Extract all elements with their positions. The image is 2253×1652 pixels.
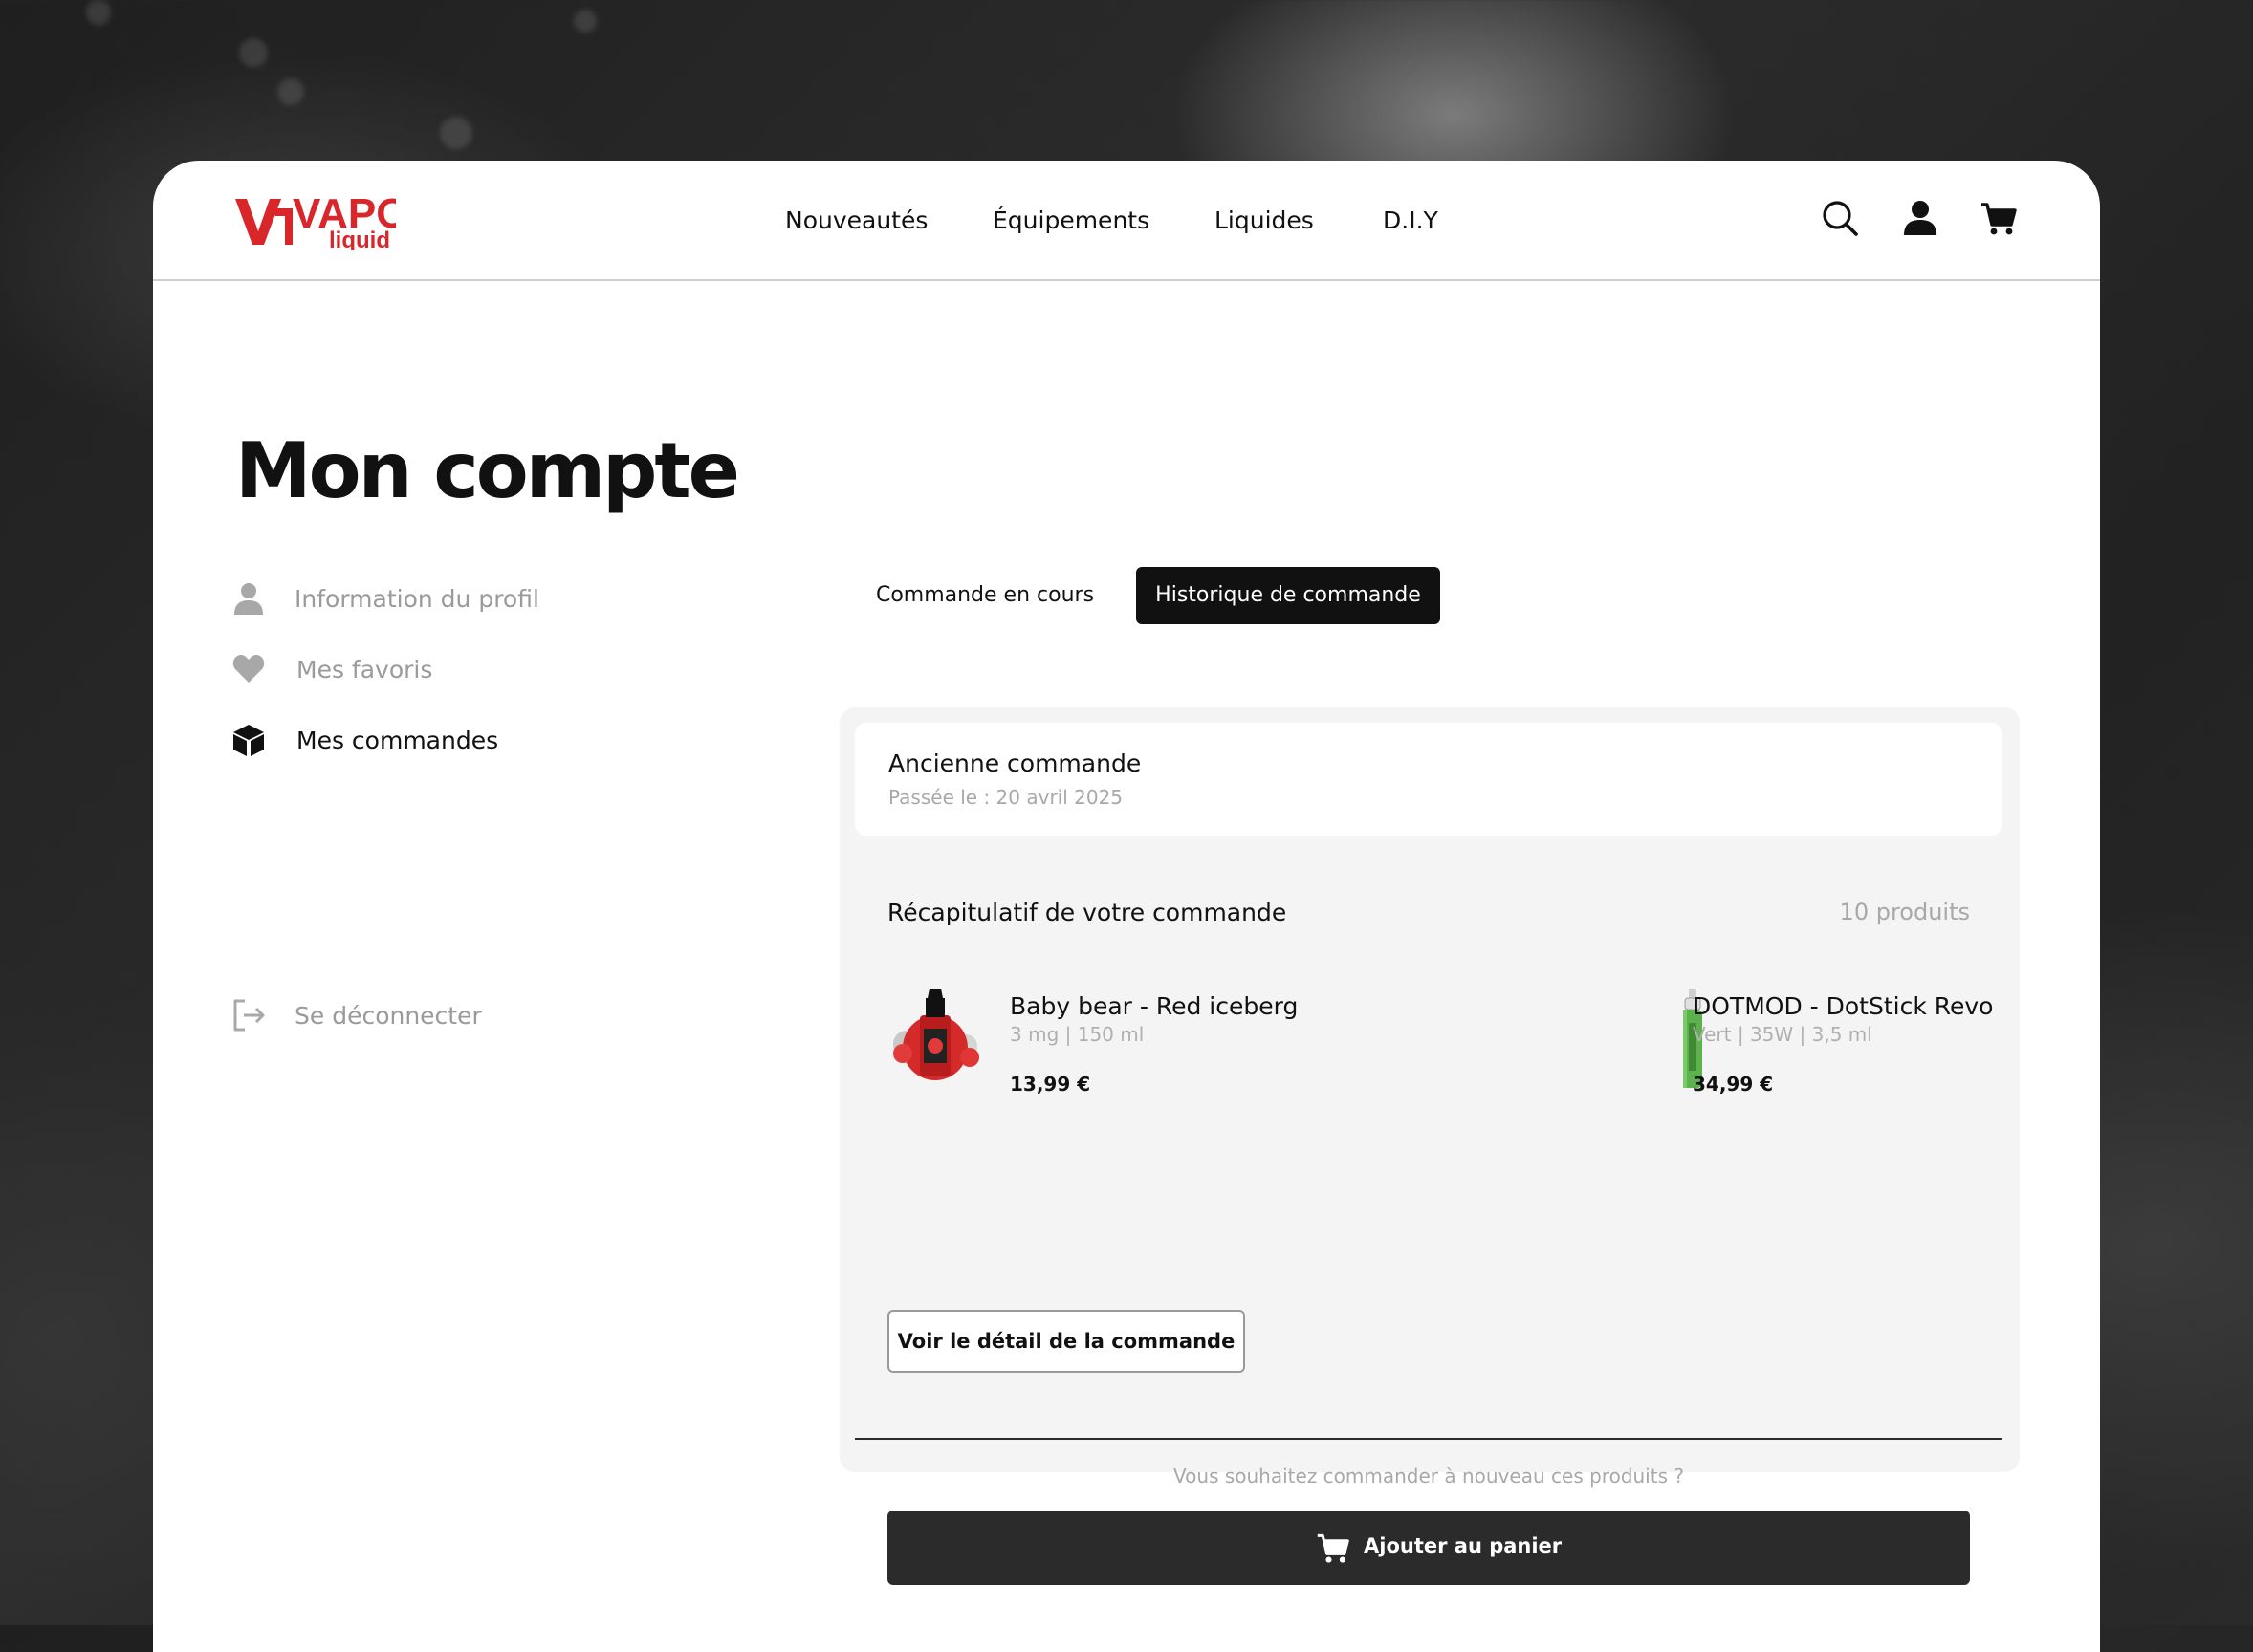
cart-icon (1317, 1533, 1349, 1563)
reorder-question: Vous souhaitez commander à nouveau ces p… (1173, 1465, 1684, 1488)
divider (855, 1438, 2002, 1440)
order-date: Passée le : 20 avril 2025 (888, 786, 1124, 809)
order-header: Ancienne commande Passée le : 20 avril 2… (855, 723, 2002, 836)
sidebar-item-orders[interactable]: Mes commandes (231, 719, 518, 761)
tab-order-history[interactable]: Historique de commande (1136, 567, 1440, 624)
product-name: DOTMOD - DotStick Revo (1693, 992, 1994, 1020)
logout-icon (233, 999, 265, 1032)
search-icon[interactable] (1821, 199, 1859, 237)
add-to-cart-label: Ajouter au panier (1364, 1534, 1563, 1557)
heart-icon (232, 655, 265, 683)
sidebar-item-label: Se déconnecter (295, 1002, 482, 1030)
product-name: Baby bear - Red iceberg (1010, 992, 1299, 1020)
product-count: 10 produits (1839, 899, 1970, 925)
order-panel: Ancienne commande Passée le : 20 avril 2… (840, 707, 2020, 1585)
background-bokeh (574, 10, 597, 33)
background-bokeh (239, 38, 268, 67)
app-window: VAPO liquid Nouveautés Équipements Liqui… (153, 161, 2100, 1652)
add-to-cart-button[interactable]: Ajouter au panier (887, 1511, 1970, 1585)
product-price: 34,99 € (1693, 1073, 1774, 1096)
order-detail-button[interactable]: Voir le détail de la commande (887, 1310, 1245, 1373)
logo-sub-text: liquid (329, 228, 390, 250)
sidebar-item-label: Mes favoris (296, 656, 433, 684)
cart-icon[interactable] (1980, 199, 2018, 237)
product-image-baby-bear[interactable] (887, 985, 983, 1092)
box-icon (233, 725, 264, 756)
header: VAPO liquid Nouveautés Équipements Liqui… (153, 161, 2100, 281)
user-icon (234, 583, 263, 615)
nav-equipements[interactable]: Équipements (993, 206, 1149, 234)
nav-liquides[interactable]: Liquides (1214, 206, 1314, 234)
recap-title: Récapitulatif de votre commande (887, 899, 1287, 926)
sidebar-item-label: Mes commandes (296, 727, 499, 754)
sidebar-item-profile[interactable]: Information du profil (231, 577, 539, 620)
nav-nouveautes[interactable]: Nouveautés (785, 206, 928, 234)
product-meta: Vert | 35W | 3,5 ml (1693, 1023, 1872, 1046)
nav-diy[interactable]: D.I.Y (1383, 206, 1438, 234)
background-bokeh (277, 78, 304, 105)
page-title: Mon compte (235, 426, 740, 515)
background-bokeh (86, 0, 111, 25)
sidebar-item-logout[interactable]: Se déconnecter (231, 994, 499, 1036)
user-icon[interactable] (1901, 199, 1939, 237)
background-bokeh (440, 117, 472, 149)
product-price: 13,99 € (1010, 1073, 1091, 1096)
order-title: Ancienne commande (888, 750, 1142, 777)
sidebar-item-favorites[interactable]: Mes favoris (231, 648, 480, 690)
sidebar-item-label: Information du profil (295, 585, 539, 613)
vapo-liquid-logo[interactable]: VAPO liquid (233, 189, 396, 250)
product-meta: 3 mg | 150 ml (1010, 1023, 1145, 1046)
tab-current-order[interactable]: Commande en cours (842, 567, 1128, 624)
